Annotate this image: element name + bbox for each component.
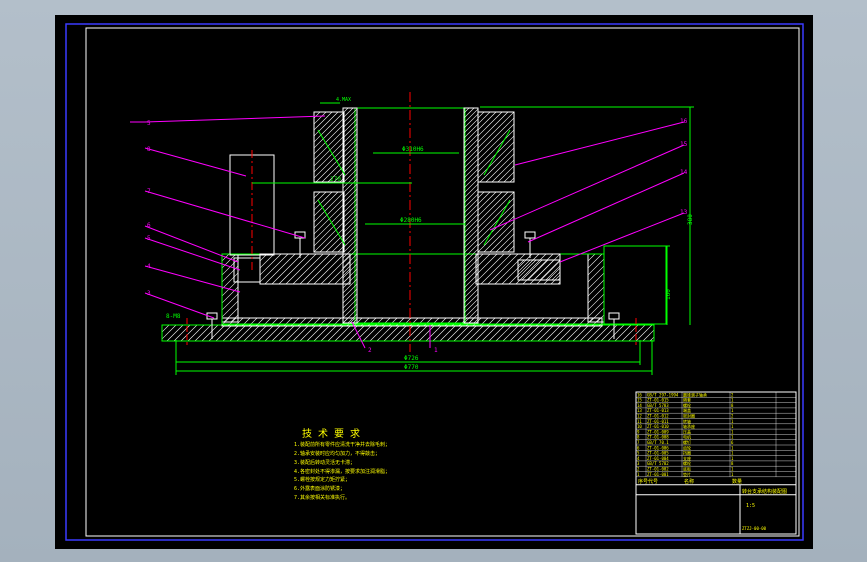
dim-offset: 270 (330, 176, 341, 183)
bom-cell: 端盖 (683, 407, 691, 413)
bom-cell: ZT-01-006 (647, 445, 669, 450)
callout-14-right: 14 (680, 169, 688, 176)
callout-15-right: 15 (680, 141, 688, 148)
bom-cell: ZT-01-001 (647, 472, 669, 477)
callout-1: 1 (434, 347, 438, 354)
bom-cell: 压盖 (683, 428, 691, 434)
bom-cell: 12 (637, 414, 642, 419)
bom-cell: 13 (637, 408, 642, 413)
tech-requirement-item: 3.装配后转动灵活无卡滞； (294, 459, 355, 466)
bom-cell: 螺栓 (683, 460, 691, 466)
bom-cell: ZT-01-012 (647, 414, 669, 419)
bom-cell: 15 (637, 398, 642, 403)
bom-cell: 14 (637, 403, 642, 408)
bom-cell: 电机 (683, 434, 691, 440)
bom-cell: 挡圈 (683, 450, 691, 456)
tech-requirement-item: 7.其余按相关标准执行。 (294, 494, 350, 501)
part-name: 转台支承结构装配图 (742, 488, 787, 495)
tech-requirement-item: 4.各密封处不得渗漏，按要求加注润滑脂； (294, 468, 390, 475)
dim-d-top-bearing: Φ310H6 (402, 146, 424, 153)
bom-header: 数量 (732, 478, 742, 485)
bom-cell: 支座 (683, 455, 691, 461)
bolt-head-3 (524, 231, 536, 239)
tech-requirement-item: 5.螺栓按规定力矩拧紧； (294, 476, 350, 483)
bom-header: 名称 (684, 478, 694, 485)
bom-cell: GB/T 5782 (647, 461, 669, 466)
bom-cell: 转轴 (683, 418, 691, 424)
bom-cell: 16 (637, 392, 642, 397)
drawing-sheet (55, 15, 813, 549)
bom-cell: GB/T 5783 (647, 403, 669, 408)
bom-cell: 圆锥滚子轴承 (683, 391, 707, 397)
dim-d-outer: Φ770 (404, 364, 419, 371)
bom-cell: GB/T 70.1 (647, 440, 669, 445)
bom-header: 代号 (648, 478, 658, 485)
bom-header: 序号 (638, 478, 648, 485)
dim-h-total: 380 (687, 214, 694, 225)
dim-bolt-spec: 8-M8 (166, 313, 181, 320)
cad-drawing-canvas: 58765432 116151413Φ310H6Φ280H6Φ726Φ770270… (55, 15, 813, 549)
bom-cell: 11 (637, 419, 642, 424)
bom-cell: 螺栓 (683, 402, 691, 408)
callout-16-right: 16 (680, 118, 688, 125)
callout-4-left: 4 (147, 263, 151, 270)
bom-cell: 隔套 (683, 397, 691, 403)
bom-cell: ZT-01-004 (647, 456, 669, 461)
callout-8-left: 8 (147, 146, 151, 153)
bom-cell: 10 (637, 424, 642, 429)
bom-cell: 轴承座 (683, 423, 695, 429)
bom-cell: ZT-01-002 (647, 467, 669, 472)
dim-h-lower: 160 (665, 289, 672, 300)
tech-requirements-title: 技 术 要 求 (302, 427, 360, 440)
bom-cell: ZT-01-013 (647, 408, 669, 413)
tech-requirement-item: 2.轴承安装时应均匀加力，不得敲击； (294, 450, 380, 457)
bom-cell: ZT-01-015 (647, 398, 669, 403)
tech-requirement-item: 1.装配前所有零件应清洗干净并去除毛刺； (294, 441, 390, 448)
tech-requirement-item: 6.外露表面涂防锈漆； (294, 485, 345, 492)
dim-d-inner: Φ726 (404, 355, 419, 362)
bom-cell: ZT-01-008 (647, 435, 669, 440)
bom-cell: 垫片 (683, 471, 691, 477)
bom-cell: 底板 (683, 466, 691, 472)
cad-viewport: 5 8 7 6 5 4 3 2 1 16 15 14 13 Φ310H6 Φ280H6 Φ726 Φ770 270… (0, 0, 867, 562)
dim-small-note: 4.MAX (336, 97, 351, 103)
bolt-head-1 (608, 312, 620, 320)
bom-cell: ZT-01-011 (647, 419, 669, 424)
callout-5-left: 5 (147, 120, 151, 127)
callout-6-left: 6 (147, 222, 151, 229)
callout-2: 2 (368, 347, 372, 354)
callout-5-left: 5 (147, 235, 151, 242)
drawing-scale: 1:5 (746, 503, 755, 509)
bom-cell: ZT-01-005 (647, 451, 669, 456)
bom-cell: GB/T 297-1994 (647, 392, 679, 397)
dim-d-bottom-bearing: Φ280H6 (400, 217, 422, 224)
bom-cell: 密封圈 (683, 413, 695, 419)
callout-3-left: 3 (147, 290, 151, 297)
bom-cell: ZT-01-009 (647, 429, 669, 434)
bom-cell: ZT-01-010 (647, 424, 669, 429)
bom-cell: 螺钉 (683, 439, 691, 445)
drawing-number: ZTZJ-00-00 (742, 526, 767, 531)
bom-cell: 齿轮 (683, 444, 691, 450)
callout-7-left: 7 (147, 188, 151, 195)
